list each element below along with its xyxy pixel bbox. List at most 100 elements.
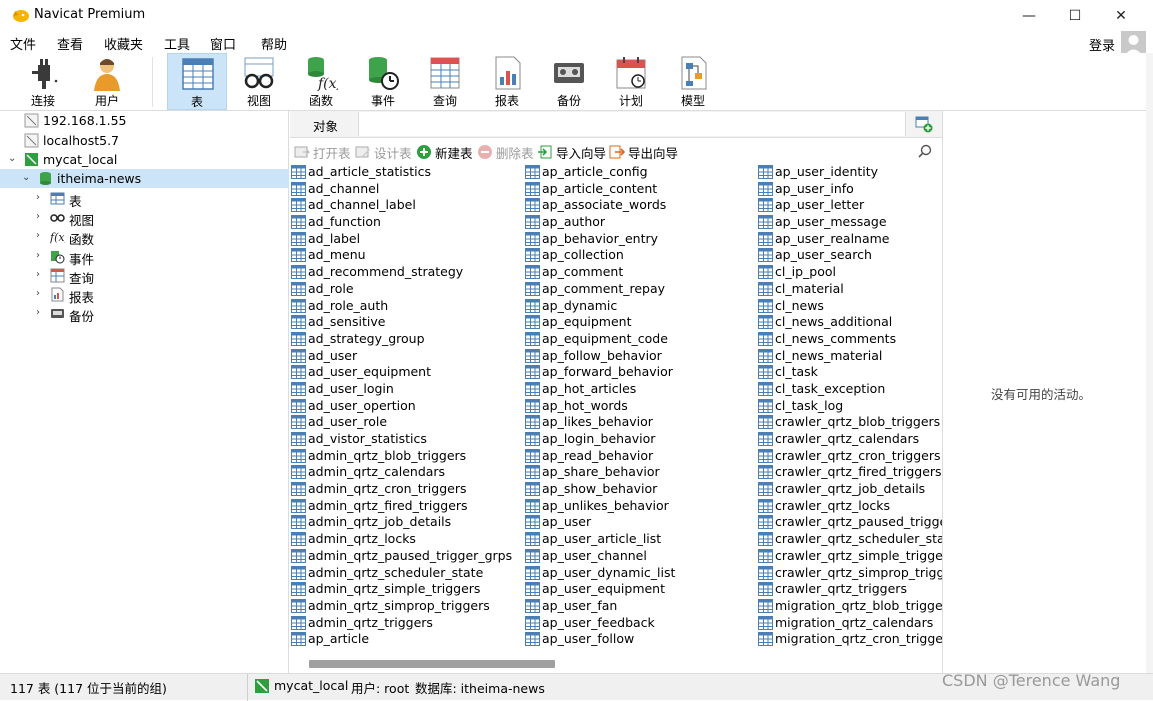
table-list-item[interactable]: cl_task_exception: [757, 381, 942, 398]
menu-favorites[interactable]: 收藏夹: [104, 34, 143, 53]
table-list-item[interactable]: ad_channel: [290, 181, 524, 198]
tree-node-views[interactable]: › 视图: [0, 208, 289, 228]
table-list-item[interactable]: ap_user_equipment: [524, 581, 758, 598]
table-list-item[interactable]: ap_user_article_list: [524, 531, 758, 548]
table-list-item[interactable]: ad_menu: [290, 247, 524, 264]
menu-help[interactable]: 帮助: [261, 34, 287, 53]
table-list-item[interactable]: ap_comment: [524, 264, 758, 281]
table-list-item[interactable]: admin_qrtz_triggers: [290, 615, 524, 632]
table-list-item[interactable]: ap_hot_words: [524, 398, 758, 415]
table-list-item[interactable]: ap_equipment: [524, 314, 758, 331]
toolbar-view-button[interactable]: 视图: [229, 53, 289, 110]
table-list-item[interactable]: migration_qrtz_calendars: [757, 615, 942, 632]
table-list-item[interactable]: ap_login_behavior: [524, 431, 758, 448]
table-list-item[interactable]: ap_user_message: [757, 214, 942, 231]
tree-node-queries[interactable]: › 查询: [0, 266, 289, 286]
toolbar-query-button[interactable]: 查询: [415, 53, 475, 110]
table-list-item[interactable]: ap_associate_words: [524, 197, 758, 214]
table-list-item[interactable]: cl_news_comments: [757, 331, 942, 348]
table-list-item[interactable]: ad_role_auth: [290, 298, 524, 315]
table-list-item[interactable]: ap_user_follow: [524, 631, 758, 648]
table-list-item[interactable]: admin_qrtz_job_details: [290, 514, 524, 531]
table-list-item[interactable]: ad_user_opertion: [290, 398, 524, 415]
table-list-item[interactable]: ap_user_fan: [524, 598, 758, 615]
tree-node-reports[interactable]: › 报表: [0, 285, 289, 305]
table-list-item[interactable]: admin_qrtz_calendars: [290, 464, 524, 481]
table-list-item[interactable]: ap_user_info: [757, 181, 942, 198]
table-list-item[interactable]: ap_author: [524, 214, 758, 231]
table-list-item[interactable]: admin_qrtz_paused_trigger_grps: [290, 548, 524, 565]
table-list-item[interactable]: ap_article_config: [524, 164, 758, 181]
table-list-item[interactable]: ap_equipment_code: [524, 331, 758, 348]
table-list-item[interactable]: ad_article_statistics: [290, 164, 524, 181]
table-list-item[interactable]: cl_task_log: [757, 398, 942, 415]
chevron-right-icon[interactable]: ›: [36, 288, 40, 299]
tree-database-itheima-news[interactable]: ⌄ itheima-news: [0, 169, 289, 188]
table-list-item[interactable]: admin_qrtz_scheduler_state: [290, 565, 524, 582]
table-list-item[interactable]: cl_ip_pool: [757, 264, 942, 281]
table-list-item[interactable]: crawler_qrtz_triggers: [757, 581, 942, 598]
table-list-item[interactable]: ap_forward_behavior: [524, 364, 758, 381]
tree-connection-192-168-1-55[interactable]: 192.168.1.55: [0, 111, 289, 130]
table-list-item[interactable]: crawler_qrtz_fired_triggers: [757, 464, 942, 481]
table-list-item[interactable]: admin_qrtz_cron_triggers: [290, 481, 524, 498]
chevron-right-icon[interactable]: ›: [36, 192, 40, 203]
table-list-item[interactable]: ap_user_search: [757, 247, 942, 264]
toolbar-report-button[interactable]: 报表: [477, 53, 537, 110]
toolbar-table-button[interactable]: 表: [167, 53, 227, 110]
toolbar-schedule-button[interactable]: 计划: [601, 53, 661, 110]
table-list-item[interactable]: ap_share_behavior: [524, 464, 758, 481]
table-list-item[interactable]: ap_user_channel: [524, 548, 758, 565]
horizontal-scrollbar[interactable]: [290, 656, 942, 673]
table-list-item[interactable]: ap_user_dynamic_list: [524, 565, 758, 582]
tree-connection-localhost[interactable]: localhost5.7: [0, 131, 289, 150]
tab-objects[interactable]: 对象: [290, 111, 360, 137]
table-list-item[interactable]: ap_collection: [524, 247, 758, 264]
table-list-item[interactable]: ad_user_login: [290, 381, 524, 398]
open-table-button[interactable]: 打开表: [294, 143, 351, 161]
table-list-item[interactable]: admin_qrtz_simple_triggers: [290, 581, 524, 598]
table-list-item[interactable]: migration_qrtz_blob_trigger:: [757, 598, 942, 615]
table-list-item[interactable]: ap_unlikes_behavior: [524, 498, 758, 515]
scrollbar-thumb[interactable]: [309, 660, 555, 668]
table-list-item[interactable]: ad_user: [290, 348, 524, 365]
tree-node-events[interactable]: › 事件: [0, 247, 289, 267]
table-list-item[interactable]: crawler_qrtz_job_details: [757, 481, 942, 498]
toolbar-connect-button[interactable]: 连接: [13, 53, 73, 110]
table-list-item[interactable]: ap_article_content: [524, 181, 758, 198]
menu-window[interactable]: 窗口: [210, 34, 236, 53]
chevron-down-icon[interactable]: ⌄: [8, 153, 16, 164]
table-list-item[interactable]: ap_user_letter: [757, 197, 942, 214]
table-list-item[interactable]: ad_role: [290, 281, 524, 298]
table-list-item[interactable]: ap_show_behavior: [524, 481, 758, 498]
chevron-right-icon[interactable]: ›: [36, 211, 40, 222]
new-table-button[interactable]: 新建表: [416, 143, 473, 161]
table-list-item[interactable]: ap_likes_behavior: [524, 414, 758, 431]
chevron-down-icon[interactable]: ⌄: [22, 172, 30, 183]
table-list-item[interactable]: ap_hot_articles: [524, 381, 758, 398]
maximize-button[interactable]: ☐: [1052, 0, 1098, 31]
table-list-item[interactable]: ap_user: [524, 514, 758, 531]
table-list-item[interactable]: ap_follow_behavior: [524, 348, 758, 365]
table-list-item[interactable]: admin_qrtz_simprop_triggers: [290, 598, 524, 615]
table-list-item[interactable]: ad_function: [290, 214, 524, 231]
table-list-item[interactable]: ap_comment_repay: [524, 281, 758, 298]
toolbar-backup-button[interactable]: 备份: [539, 53, 599, 110]
table-list-item[interactable]: ap_user_identity: [757, 164, 942, 181]
chevron-right-icon[interactable]: ›: [36, 250, 40, 261]
toolbar-function-button[interactable]: f(x) 函数: [291, 53, 351, 110]
chevron-right-icon[interactable]: ›: [36, 307, 40, 318]
search-icon[interactable]: [918, 144, 932, 158]
table-list-item[interactable]: crawler_qrtz_paused_trigger_: [757, 514, 942, 531]
table-list-item[interactable]: migration_qrtz_cron_triggers: [757, 631, 942, 648]
table-list-item[interactable]: ap_user_feedback: [524, 615, 758, 632]
table-list-item[interactable]: ad_vistor_statistics: [290, 431, 524, 448]
tree-node-tables[interactable]: › 表: [0, 189, 289, 209]
menu-file[interactable]: 文件: [10, 34, 36, 53]
menu-view[interactable]: 查看: [57, 34, 83, 53]
close-button[interactable]: ✕: [1098, 0, 1144, 31]
table-list-item[interactable]: cl_news: [757, 298, 942, 315]
table-list-item[interactable]: ad_user_equipment: [290, 364, 524, 381]
table-list-item[interactable]: ad_recommend_strategy: [290, 264, 524, 281]
table-list-item[interactable]: cl_news_additional: [757, 314, 942, 331]
